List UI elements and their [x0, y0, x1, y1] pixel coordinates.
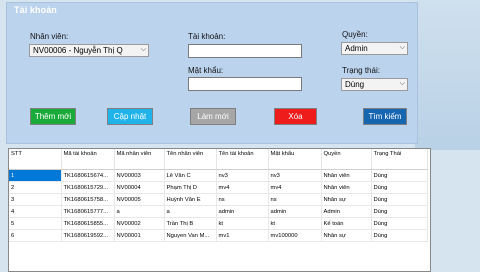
table-cell[interactable]: 3	[9, 193, 62, 206]
column-header-employee-id[interactable]: Mã nhân viên	[114, 149, 165, 170]
status-combobox[interactable]: Dùng ⌵	[341, 78, 408, 91]
table-cell[interactable]: admin	[216, 205, 269, 218]
table-cell[interactable]: 6	[9, 229, 62, 242]
delete-button[interactable]: Xóa	[274, 108, 317, 125]
table-cell[interactable]: TK1680615729...	[61, 181, 115, 194]
table-cell[interactable]: mv1	[216, 229, 269, 242]
column-header-password[interactable]: Mật khẩu	[268, 149, 322, 170]
status-combobox-value: Dùng	[345, 80, 365, 89]
table-cell[interactable]: Trần Thị B	[164, 217, 217, 230]
table-cell[interactable]: TK1680615758...	[61, 193, 115, 206]
update-button[interactable]: Cập nhật	[107, 108, 153, 125]
column-header-status[interactable]: Trạng Thái	[371, 149, 428, 170]
table-cell[interactable]: NV00002	[114, 217, 165, 230]
add-button[interactable]: Thêm mới	[30, 108, 76, 125]
table-cell[interactable]: Nguyen Van M...	[164, 229, 217, 242]
role-label: Quyền:	[342, 30, 368, 39]
table-cell[interactable]: Nhân sự	[321, 229, 372, 242]
table-cell[interactable]: ns	[268, 193, 322, 206]
table-cell[interactable]: Admin	[321, 205, 372, 218]
search-button[interactable]: Tìm kiếm	[363, 108, 407, 125]
account-label: Tài khoản:	[188, 32, 226, 41]
chevron-down-icon[interactable]: ⌵	[141, 46, 146, 54]
table-cell[interactable]: ns	[216, 193, 269, 206]
table-cell[interactable]: NV00001	[114, 229, 165, 242]
background-panel	[415, 0, 480, 150]
employee-label: Nhân viên:	[30, 32, 69, 41]
table-cell[interactable]: kt	[268, 217, 322, 230]
table-cell[interactable]: 5	[9, 217, 62, 230]
table-cell[interactable]: a	[114, 205, 165, 218]
table-row[interactable]: 5 TK1680615855... NV00002 Trần Thị B kt …	[9, 217, 428, 230]
table-row[interactable]: 3 TK1680615758... NV00005 Huỳnh Văn E ns…	[9, 193, 428, 206]
table-cell[interactable]: NV00003	[114, 169, 165, 182]
table-cell[interactable]: Dùng	[371, 181, 428, 194]
table-cell[interactable]: TK1680619592...	[61, 229, 115, 242]
table-cell[interactable]: Dùng	[371, 229, 428, 242]
table-cell[interactable]: mv4	[216, 181, 269, 194]
table-cell[interactable]: TK1680615777...	[61, 205, 115, 218]
table-cell[interactable]: Dùng	[371, 205, 428, 218]
table-cell[interactable]: Nhân sự	[321, 193, 372, 206]
table-cell[interactable]: NV00005	[114, 193, 165, 206]
table-cell[interactable]: kt	[216, 217, 269, 230]
accounts-table[interactable]: STT Mã tài khoản Mã nhân viên Tên nhân v…	[8, 148, 431, 272]
column-header-account-id[interactable]: Mã tài khoản	[61, 149, 115, 170]
column-header-employee-name[interactable]: Tên nhân viên	[164, 149, 217, 170]
table-cell[interactable]: Phạm Thị D	[164, 181, 217, 194]
password-label: Mật khẩu:	[188, 66, 224, 75]
column-header-role[interactable]: Quyền	[321, 149, 372, 170]
account-input[interactable]	[188, 44, 302, 58]
column-header-stt[interactable]: STT	[9, 149, 62, 170]
role-combobox[interactable]: Admin ⌵	[341, 42, 408, 55]
table-header-row: STT Mã tài khoản Mã nhân viên Tên nhân v…	[9, 149, 428, 170]
role-combobox-value: Admin	[345, 44, 368, 53]
table-cell[interactable]: Dùng	[371, 193, 428, 206]
table-row[interactable]: 2 TK1680615729... NV00004 Phạm Thị D mv4…	[9, 181, 428, 194]
table-cell[interactable]: 2	[9, 181, 62, 194]
table-cell[interactable]: Nhân viên	[321, 181, 372, 194]
column-header-username[interactable]: Tên tài khoản	[216, 149, 269, 170]
table-row[interactable]: 4 TK1680615777... a a admin admin Admin …	[9, 205, 428, 218]
group-title: Tài khoản	[14, 5, 57, 15]
table-cell[interactable]: a	[164, 205, 217, 218]
table-cell[interactable]: Nhân viên	[321, 169, 372, 182]
table-cell[interactable]: nv3	[268, 169, 322, 182]
table-cell[interactable]: TK1680615674...	[61, 169, 115, 182]
status-label: Trạng thái:	[342, 66, 380, 75]
refresh-button[interactable]: Làm mới	[190, 108, 236, 125]
table-cell[interactable]: Dùng	[371, 217, 428, 230]
chevron-down-icon[interactable]: ⌵	[400, 44, 405, 52]
table-cell[interactable]: TK1680615855...	[61, 217, 115, 230]
accounts-grid: STT Mã tài khoản Mã nhân viên Tên nhân v…	[9, 149, 428, 242]
table-row[interactable]: 1 TK1680615674... NV00003 Lê Văn C nv3 n…	[9, 169, 428, 182]
table-cell[interactable]: mv4	[268, 181, 322, 194]
table-row[interactable]: 6 TK1680619592... NV00001 Nguyen Van M..…	[9, 229, 428, 242]
table-cell[interactable]: Lê Văn C	[164, 169, 217, 182]
table-cell[interactable]: Huỳnh Văn E	[164, 193, 217, 206]
table-cell[interactable]: 4	[9, 205, 62, 218]
table-cell[interactable]: Dùng	[371, 169, 428, 182]
employee-combobox[interactable]: NV00006 - Nguyễn Thị Q ⌵	[29, 44, 149, 57]
chevron-down-icon[interactable]: ⌵	[400, 80, 405, 88]
table-cell[interactable]: nv3	[216, 169, 269, 182]
table-cell[interactable]: 1	[9, 169, 62, 182]
employee-combobox-value: NV00006 - Nguyễn Thị Q	[33, 46, 123, 55]
password-input[interactable]	[188, 77, 302, 91]
table-cell[interactable]: admin	[268, 205, 322, 218]
table-cell[interactable]: mv100000	[268, 229, 322, 242]
table-cell[interactable]: Kế toán	[321, 217, 372, 230]
table-cell[interactable]: NV00004	[114, 181, 165, 194]
